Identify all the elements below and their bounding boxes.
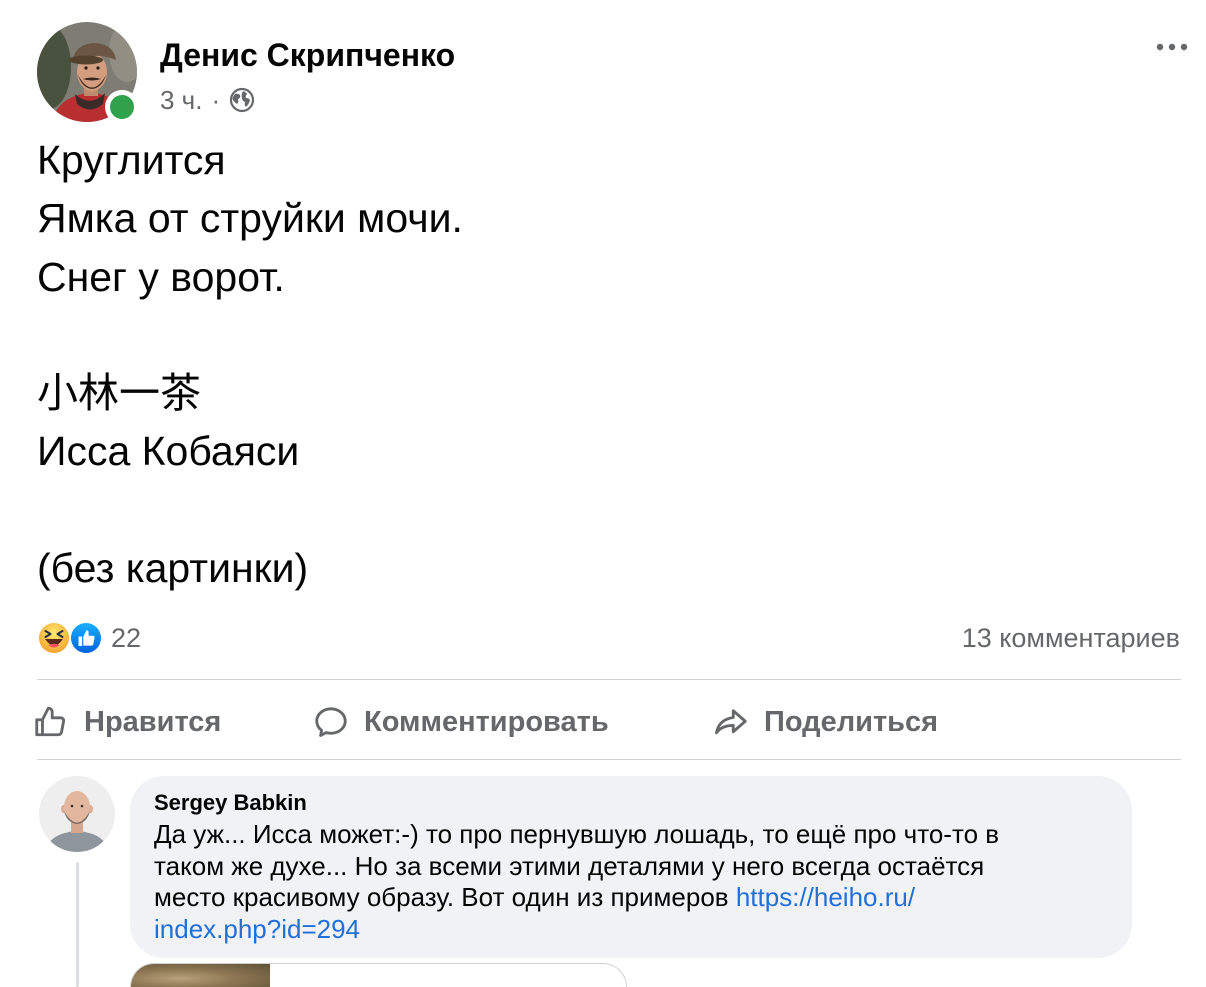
online-status-dot	[105, 90, 139, 124]
like-button-label: Нравится	[84, 706, 222, 738]
comment-link[interactable]: https://heiho.ru/	[736, 882, 915, 912]
post-text: Круглится Ямка от струйки мочи. Снег у в…	[37, 131, 463, 597]
author-name[interactable]: Денис Скрипченко	[160, 39, 455, 71]
post-line: Исса Кобаяси	[37, 428, 300, 475]
post-line: (без картинки)	[37, 545, 309, 592]
like-button[interactable]: Нравится	[33, 702, 221, 742]
comment-bubble: Sergey Babkin Да уж... Исса может:-) то …	[130, 776, 1132, 958]
comment-button[interactable]: Комментировать	[313, 702, 609, 742]
comment-link-continued[interactable]: index.php?id=294	[154, 914, 360, 944]
comment-button-label: Комментировать	[364, 706, 609, 738]
comment-line: index.php?id=294	[154, 914, 1108, 946]
link-preview-card[interactable]	[130, 963, 627, 987]
meta-separator: ·	[211, 85, 221, 115]
commenter-avatar[interactable]	[39, 776, 115, 852]
reaction-icons	[37, 621, 103, 655]
post-paragraph: Круглится Ямка от струйки мочи. Снег у в…	[37, 131, 463, 306]
comment-thread-line	[76, 862, 79, 987]
comment-text: Да уж... Исса может:-) то про пернувшую …	[154, 819, 1108, 945]
post-line: Снег у ворот.	[37, 253, 285, 300]
post-line: Круглится	[37, 137, 226, 183]
more-options-button[interactable]	[1154, 39, 1192, 55]
comment-line-text: место красивому образу. Вот один из прим…	[154, 882, 729, 912]
like-reaction-icon	[69, 621, 103, 655]
reaction-count: 22	[111, 623, 142, 653]
comment-icon	[315, 707, 347, 737]
share-button[interactable]: Поделиться	[713, 702, 938, 742]
share-icon	[715, 709, 747, 735]
share-button-label: Поделиться	[764, 706, 939, 738]
globe-icon	[230, 87, 255, 113]
comments-count[interactable]: 13 комментариев	[962, 621, 1180, 655]
link-preview-image[interactable]	[131, 964, 270, 987]
divider	[37, 759, 1181, 760]
haha-reaction-icon	[37, 621, 71, 655]
comment-line: Да уж... Исса может:-) то про пернувшую …	[154, 819, 1000, 849]
comment-line: место красивому образу. Вот один из прим…	[154, 882, 1108, 914]
commenter-avatar-image	[39, 776, 115, 852]
post-timestamp[interactable]: 3 ч.	[160, 87, 202, 113]
comment-author[interactable]: Sergey Babkin	[154, 789, 1108, 817]
reactions-summary[interactable]: 22	[37, 621, 141, 655]
thumbs-up-icon	[35, 706, 66, 737]
comment-line: таком же духе... Но за всеми этими детал…	[154, 850, 985, 881]
post-line: 小林一茶	[37, 370, 201, 417]
post-paragraph: 小林一茶 Исса Кобаяси	[37, 364, 463, 481]
post-line: Ямка от струйки мочи.	[37, 195, 463, 242]
post-meta: 3 ч. ·	[160, 87, 255, 113]
post-paragraph: (без картинки)	[37, 539, 463, 597]
more-horizontal-icon	[1156, 43, 1188, 51]
divider	[37, 679, 1181, 680]
